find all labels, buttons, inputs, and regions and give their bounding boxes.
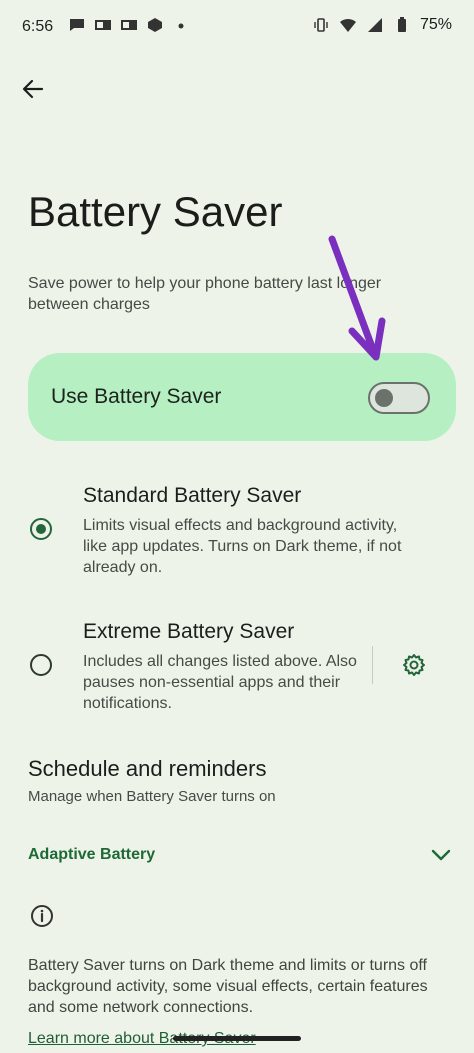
battery-saver-toggle[interactable]	[368, 382, 430, 414]
wifi-icon	[339, 18, 356, 32]
standard-radio[interactable]	[30, 518, 52, 540]
gesture-nav-bar[interactable]	[173, 1036, 301, 1041]
info-icon	[31, 905, 53, 927]
outlook-icon	[121, 20, 137, 30]
battery-icon	[397, 17, 406, 32]
battery-percent: 75%	[419, 16, 452, 33]
use-battery-saver-label: Use Battery Saver	[51, 385, 222, 408]
extreme-description: Includes all changes listed above. Also …	[83, 653, 357, 712]
signal-icon	[367, 18, 382, 32]
standard-title[interactable]: Standard Battery Saver	[83, 484, 301, 508]
chat-icon	[70, 19, 84, 31]
notification-icons	[68, 16, 190, 34]
page-title: Battery Saver	[28, 188, 283, 235]
chevron-down-icon[interactable]	[430, 846, 452, 864]
outlook-icon	[95, 20, 111, 30]
vibrate-icon	[314, 18, 328, 32]
schedule-title[interactable]: Schedule and reminders	[28, 756, 266, 782]
divider	[372, 646, 373, 684]
footer-text: Battery Saver turns on Dark theme and li…	[28, 957, 428, 1016]
extreme-radio[interactable]	[30, 654, 52, 676]
status-time: 6:56	[22, 18, 54, 35]
extreme-title[interactable]: Extreme Battery Saver	[83, 620, 294, 644]
back-arrow-icon[interactable]	[20, 76, 46, 102]
annotation-arrow-icon	[328, 235, 386, 361]
toggle-knob	[375, 389, 393, 407]
dot-icon	[178, 23, 184, 29]
system-icons: 75%	[312, 16, 452, 34]
cube-icon	[148, 18, 162, 32]
schedule-subtitle: Manage when Battery Saver turns on	[28, 788, 276, 805]
adaptive-battery-label[interactable]: Adaptive Battery	[28, 846, 155, 864]
gear-icon[interactable]	[402, 653, 426, 677]
standard-description: Limits visual effects and background act…	[83, 517, 402, 576]
